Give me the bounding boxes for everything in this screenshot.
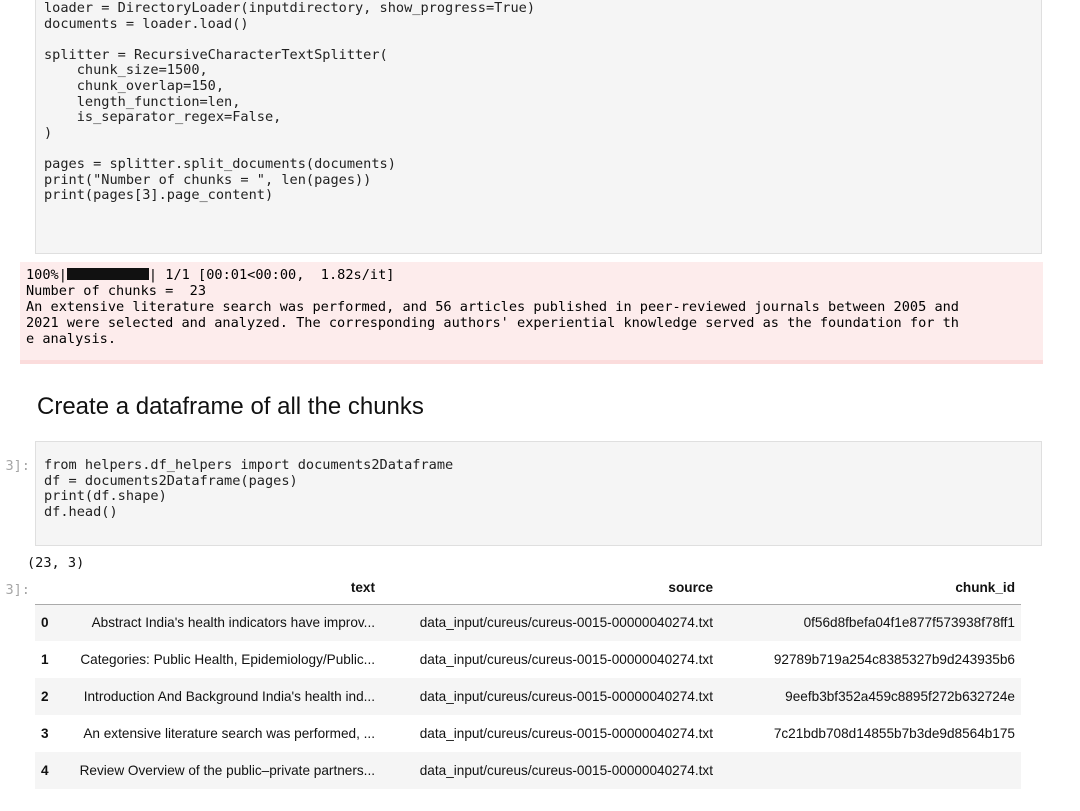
cell-chunk-id: 7c21bdb708d14855b7b3de9d8564b175 (773, 726, 1015, 741)
output-line: e analysis. (26, 331, 117, 347)
code-editor[interactable]: loader = DirectoryLoader(inputdirectory,… (36, 0, 1041, 204)
code-line: print(df.shape) (44, 488, 167, 505)
cell-chunk-id: 92789b719a254c8385327b9d243935b6 (773, 652, 1015, 667)
cell-chunk-id (719, 752, 1021, 789)
cell-text: Introduction And Background India's heal… (83, 689, 375, 704)
code-line: df.head() (44, 503, 118, 520)
code-line: chunk_size=1500, (44, 62, 208, 79)
cell-output-stderr: 100%| | 1/1 [00:01<00:00, 1.82s/it] Numbe… (20, 262, 1043, 364)
table-row: 1 Categories: Public Health, Epidemiolog… (35, 641, 1021, 678)
shape-output: (23, 3) (27, 555, 85, 571)
row-index: 2 (41, 689, 49, 704)
row-index: 3 (41, 726, 49, 741)
code-line: print(pages[3].page_content) (44, 187, 274, 204)
code-line: from helpers.df_helpers import documents… (44, 457, 454, 473)
code-line: chunk_overlap=150, (44, 77, 225, 94)
code-line: ) (44, 124, 53, 141)
cell-text: Review Overview of the public–private pa… (79, 763, 375, 778)
cell-text: An extensive literature search was perfo… (83, 726, 375, 741)
cell-chunk-id: 0f56d8fbefa04f1e877f573938f78ff1 (803, 615, 1015, 631)
row-index: 1 (41, 652, 49, 667)
cell-text: Abstract India's health indicators have … (91, 615, 375, 631)
input-prompt: 3]: (5, 458, 30, 474)
row-index: 4 (41, 763, 49, 778)
table-row: 4 Review Overview of the public–private … (35, 752, 1021, 789)
code-line: df = documents2Dataframe(pages) (44, 472, 298, 489)
cell-chunk-id: 9eefb3bf352a459c8895f272b632724e (785, 689, 1015, 704)
cell-source: data_input/cureus/cureus-0015-0000004027… (419, 615, 713, 631)
code-editor[interactable]: from helpers.df_helpers import documents… (36, 442, 1041, 520)
output-line: Number of chunks = 23 (26, 283, 207, 299)
table-row: 2 Introduction And Background India's he… (35, 678, 1021, 715)
dataframe-table: text source chunk_id 0 Abstract India's … (35, 572, 1021, 789)
cell-source: data_input/cureus/cureus-0015-0000004027… (419, 689, 713, 704)
table-header-row: text source chunk_id (35, 572, 1021, 605)
code-line: length_function=len, (44, 93, 241, 110)
header-source: source (381, 572, 719, 605)
code-cell-loader[interactable]: loader = DirectoryLoader(inputdirectory,… (35, 0, 1042, 254)
code-line: pages = splitter.split_documents(documen… (44, 155, 396, 172)
code-line: documents = loader.load() (44, 15, 249, 32)
cell-source: data_input/cureus/cureus-0015-0000004027… (419, 763, 713, 778)
output-prompt: 3]: (5, 582, 30, 598)
cell-source: data_input/cureus/cureus-0015-0000004027… (419, 652, 713, 667)
code-line: splitter = RecursiveCharacterTextSplitte… (44, 46, 388, 63)
output-line: An extensive literature search was perfo… (26, 299, 959, 315)
table-row: 0 Abstract India's health indicators hav… (35, 604, 1021, 641)
code-line: is_separator_regex=False, (44, 109, 282, 126)
code-line: print("Number of chunks = ", len(pages)) (44, 171, 372, 188)
progress-prefix: 100%| (26, 267, 67, 283)
code-cell-dataframe[interactable]: from helpers.df_helpers import documents… (35, 441, 1042, 546)
progress-bar (66, 268, 149, 280)
code-line: loader = DirectoryLoader(inputdirectory,… (44, 0, 536, 16)
progress-suffix: | 1/1 [00:01<00:00, 1.82s/it] (148, 267, 395, 283)
output-line: 2021 were selected and analyzed. The cor… (26, 315, 959, 331)
cell-text: Categories: Public Health, Epidemiology/… (80, 652, 375, 667)
markdown-heading: Create a dataframe of all the chunks (37, 393, 424, 420)
header-index (35, 572, 63, 605)
row-index: 0 (41, 615, 49, 631)
header-chunk-id: chunk_id (719, 572, 1021, 605)
header-text: text (63, 572, 381, 605)
cell-source: data_input/cureus/cureus-0015-0000004027… (419, 726, 713, 741)
table-row: 3 An extensive literature search was per… (35, 715, 1021, 752)
